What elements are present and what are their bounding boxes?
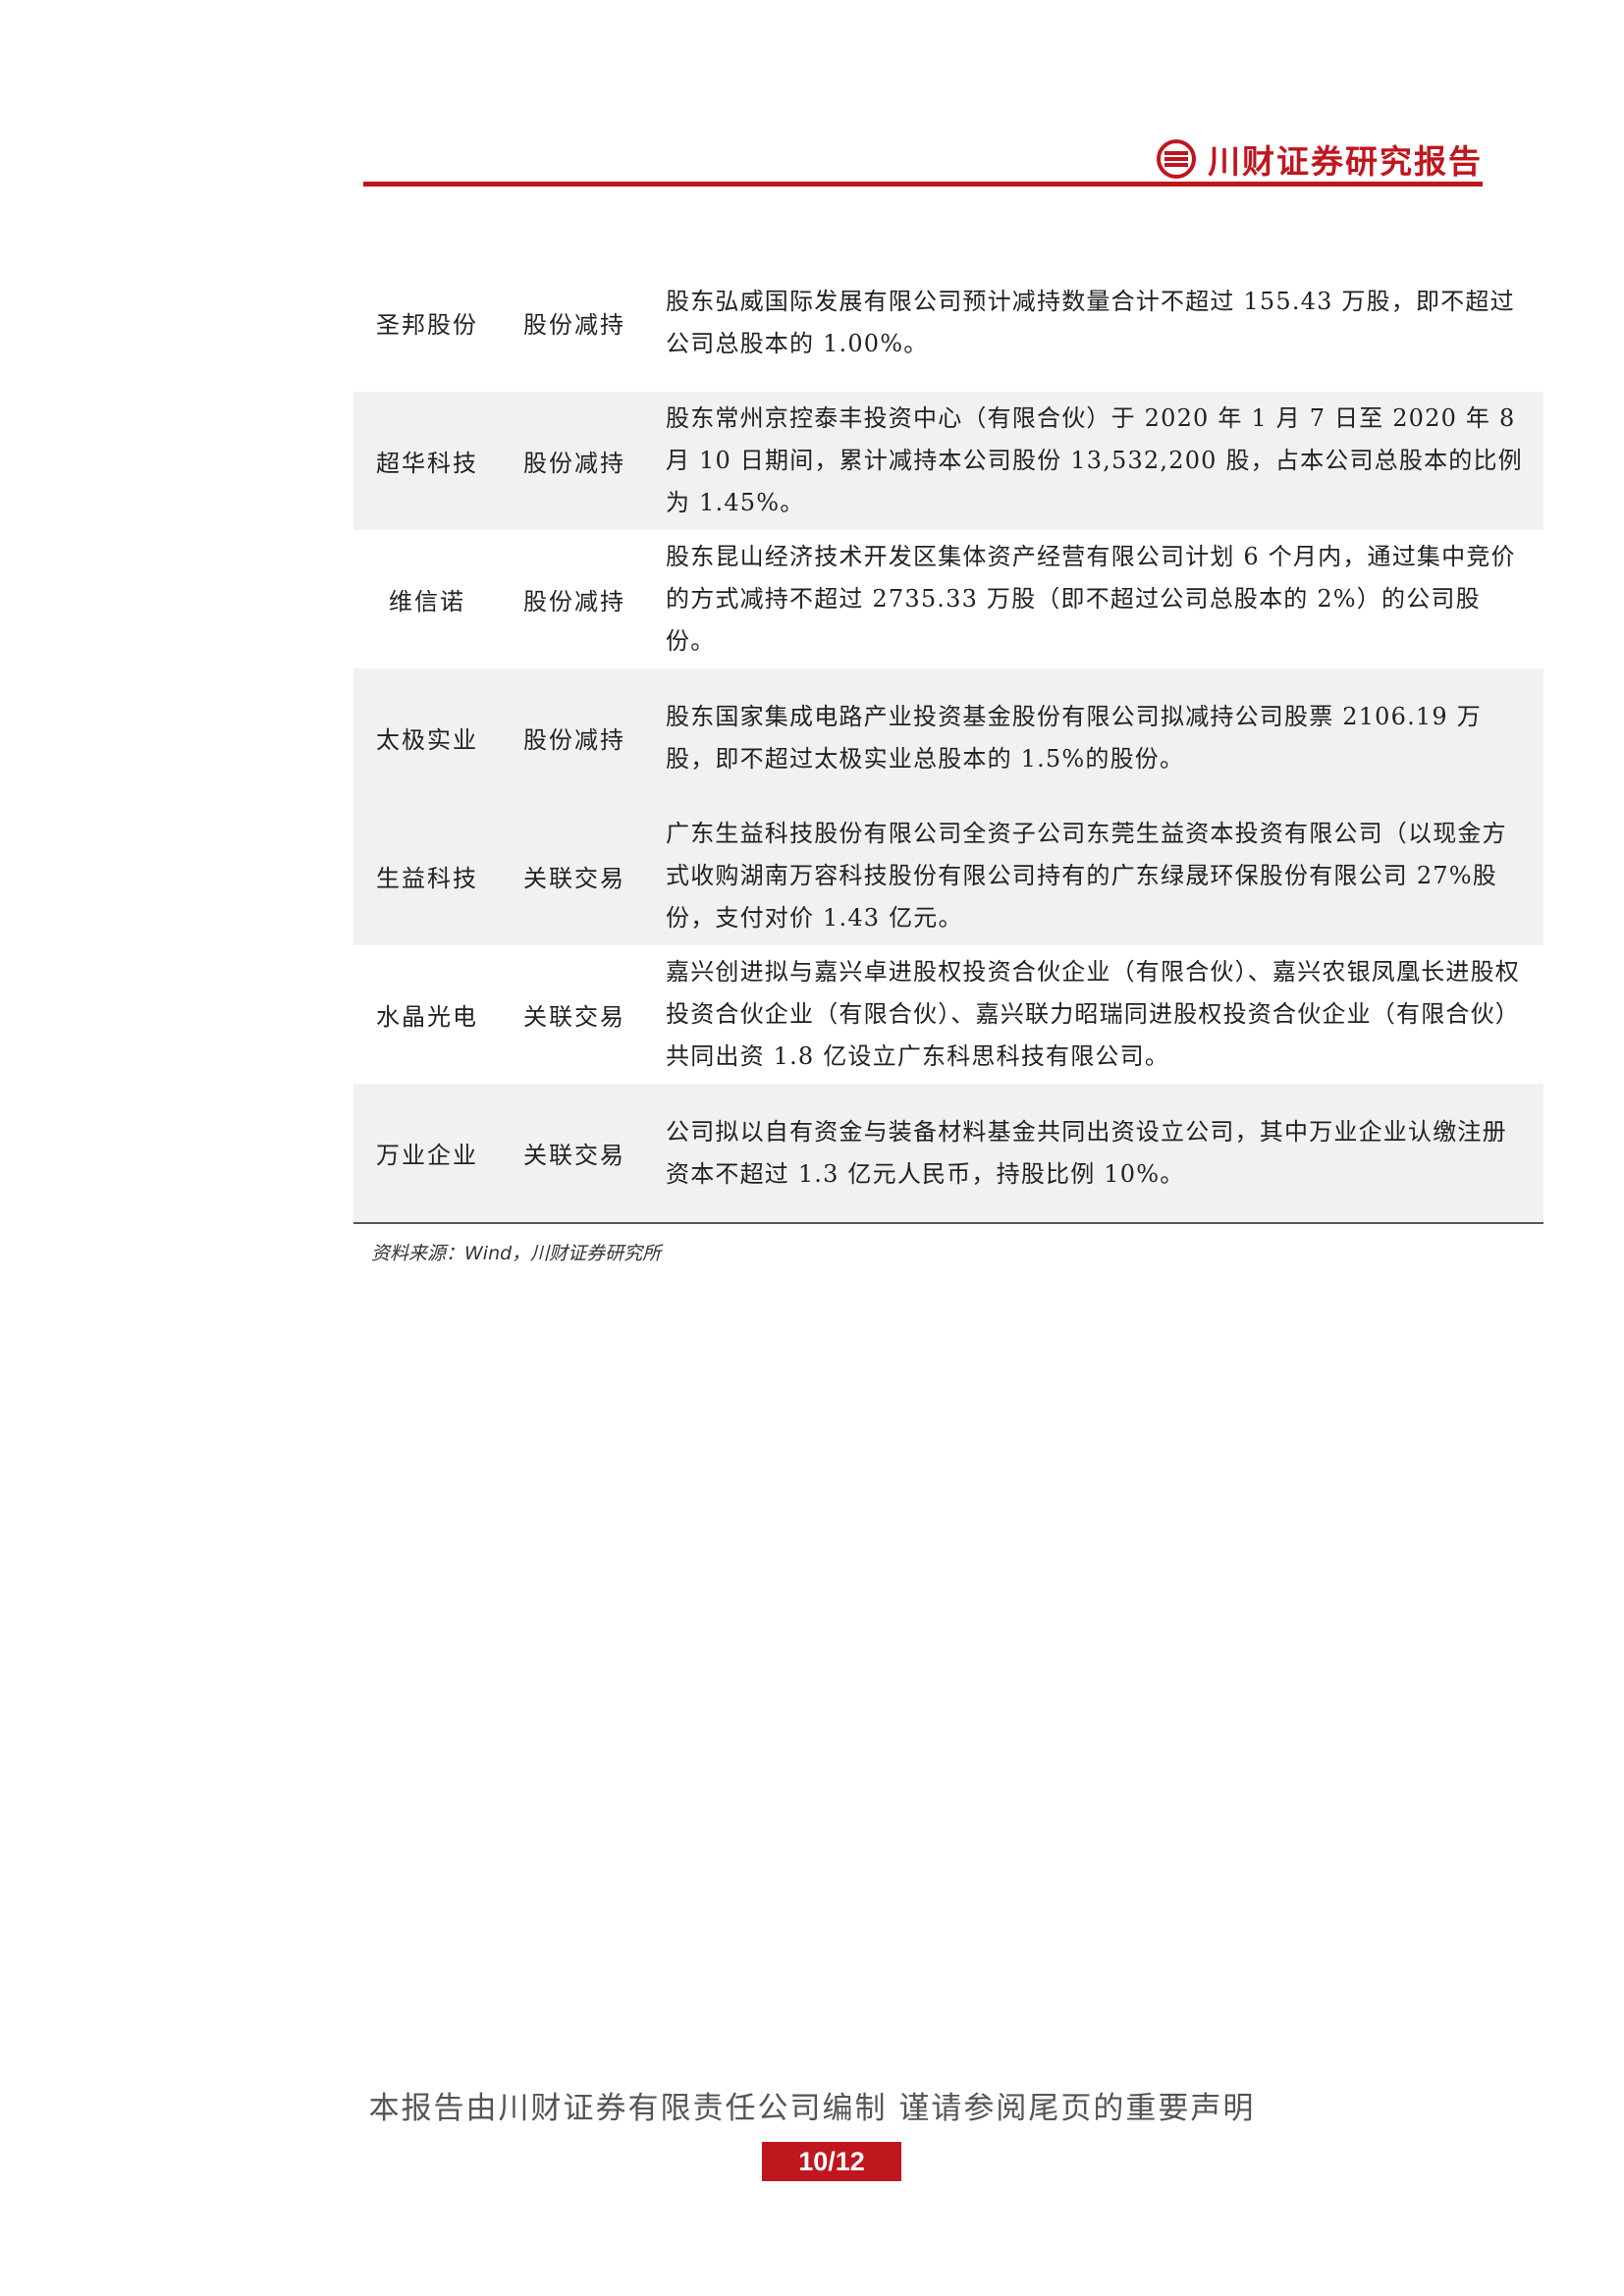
event-type-cell: 股份减持 [523,588,625,615]
company-cell: 万业企业 [376,1142,478,1169]
header-rule [363,182,1483,187]
description-cell: 股东国家集成电路产业投资基金股份有限公司拟减持公司股票 2106.19 万股，即… [666,702,1482,773]
event-type-cell: 股份减持 [523,726,625,754]
table-row: 万业企业 关联交易 公司拟以自有资金与装备材料基金共同出资设立公司，其中万业企业… [353,1084,1543,1222]
description-cell: 嘉兴创进拟与嘉兴卓进股权投资合伙企业（有限合伙）、嘉兴农银凤凰长进股权投资合伙企… [666,958,1520,1070]
event-type-cell: 关联交易 [523,1003,625,1031]
event-type-cell: 股份减持 [523,450,625,477]
table-row: 生益科技 关联交易 广东生益科技股份有限公司全资子公司东莞生益资本投资有限公司（… [353,807,1543,945]
company-cell: 维信诺 [389,588,465,615]
description-cell: 股东昆山经济技术开发区集体资产经营有限公司计划 6 个月内，通过集中竞价的方式减… [666,543,1516,655]
company-cell: 水晶光电 [376,1003,478,1031]
table-row: 太极实业 股份减持 股东国家集成电路产业投资基金股份有限公司拟减持公司股票 21… [353,668,1543,807]
table-row: 超华科技 股份减持 股东常州京控泰丰投资中心（有限合伙）于 2020 年 1 月… [353,392,1543,530]
table-row: 圣邦股份 股份减持 股东弘威国际发展有限公司预计减持数量合计不超过 155.43… [353,253,1543,392]
event-type-cell: 关联交易 [523,865,625,892]
description-cell: 股东常州京控泰丰投资中心（有限合伙）于 2020 年 1 月 7 日至 2020… [666,404,1523,516]
description-cell: 公司拟以自有资金与装备材料基金共同出资设立公司，其中万业企业认缴注册资本不超过 … [666,1117,1507,1188]
company-cell: 圣邦股份 [376,311,478,339]
page-header: 川财证券研究报告 [363,126,1483,187]
company-cell: 超华科技 [376,450,478,477]
footer-statement: 本报告由川财证券有限责任公司编制 谨请参阅尾页的重要声明 [368,2091,1256,2126]
events-table: 圣邦股份 股份减持 股东弘威国际发展有限公司预计减持数量合计不超过 155.43… [353,253,1543,1224]
company-cell: 太极实业 [376,726,478,754]
table-row: 水晶光电 关联交易 嘉兴创进拟与嘉兴卓进股权投资合伙企业（有限合伙）、嘉兴农银凤… [353,945,1543,1084]
chuancai-logo-icon [1157,139,1196,179]
event-type-cell: 股份减持 [523,311,625,339]
table-row: 维信诺 股份减持 股东昆山经济技术开发区集体资产经营有限公司计划 6 个月内，通… [353,530,1543,668]
description-cell: 股东弘威国际发展有限公司预计减持数量合计不超过 155.43 万股，即不超过公司… [666,287,1515,357]
source-note: 资料来源：Wind，川财证券研究所 [371,1243,662,1264]
company-cell: 生益科技 [376,865,478,892]
event-type-cell: 关联交易 [523,1142,625,1169]
description-cell: 广东生益科技股份有限公司全资子公司东莞生益资本投资有限公司（以现金方式收购湖南万… [666,820,1507,932]
brand-name: 川财证券研究报告 [1208,142,1483,181]
brand: 川财证券研究报告 [1157,135,1483,183]
page-number: 10/12 [762,2142,901,2181]
